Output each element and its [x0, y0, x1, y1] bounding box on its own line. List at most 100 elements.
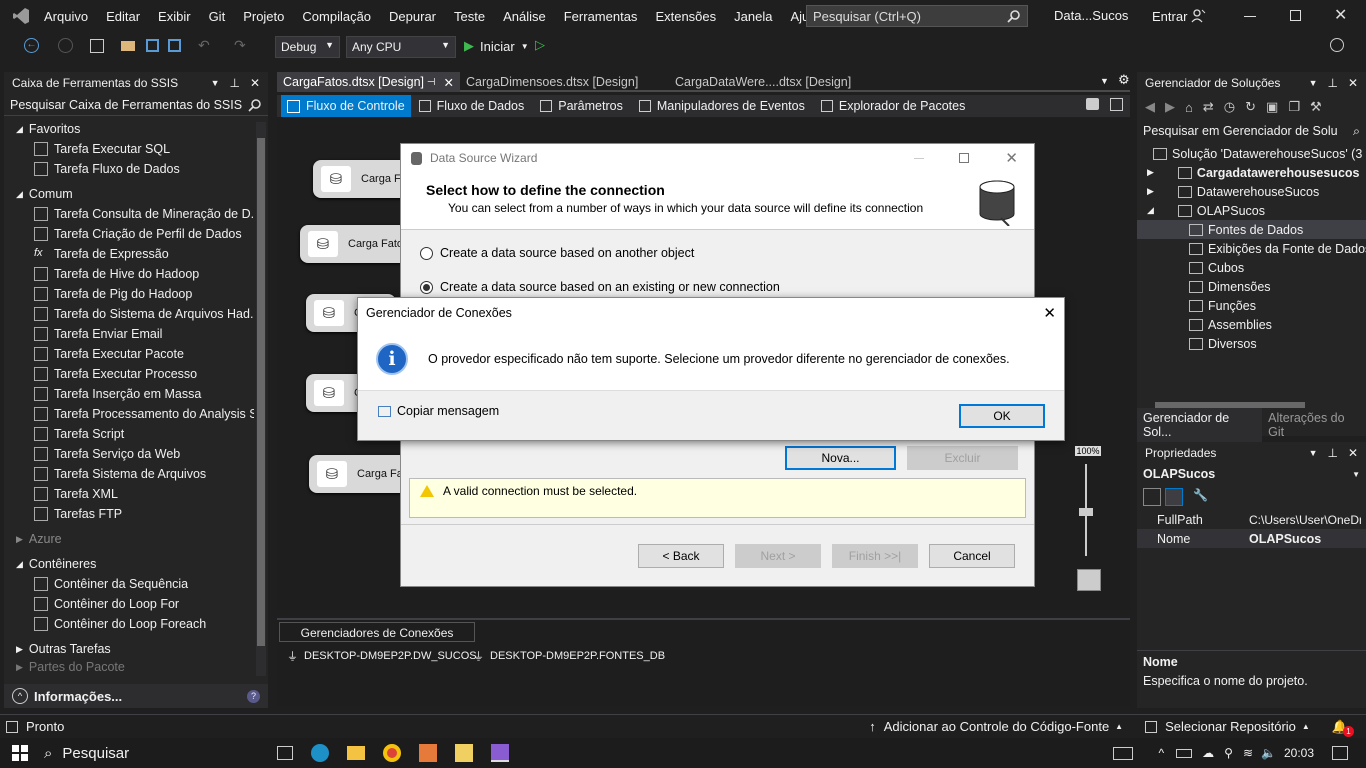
option-existing-connection[interactable]: Create a data source based on an existin… — [420, 280, 780, 294]
forward-nav-icon[interactable] — [58, 38, 73, 53]
connection-item-fontes[interactable]: ⏚ DESKTOP-DM9EP2P.FONTES_DB — [473, 648, 665, 664]
pin-icon[interactable]: ⊥ — [1327, 446, 1337, 460]
tab-explorador[interactable]: Explorador de Pacotes — [813, 99, 973, 113]
edge-icon[interactable] — [311, 744, 330, 762]
next-button[interactable]: Next > — [735, 544, 821, 568]
properties-object-select[interactable]: OLAPSucos ▼ — [1137, 464, 1366, 484]
scrollbar-thumb[interactable] — [257, 138, 265, 646]
chevron-down-icon[interactable]: ▼ — [1309, 448, 1318, 458]
minimize-icon[interactable] — [1244, 16, 1256, 17]
group-conteineres[interactable]: ◢ Contêineres — [4, 554, 254, 574]
radio-unchecked[interactable] — [420, 246, 433, 260]
account-icon[interactable] — [1190, 8, 1206, 24]
menu-git[interactable]: Git — [209, 9, 226, 24]
tree-project-carga[interactable]: ▶ Cargadatawerehousesucos — [1137, 163, 1366, 182]
visual-studio-icon[interactable] — [491, 744, 510, 762]
tab-parametros[interactable]: Parâmetros — [532, 99, 631, 113]
ok-button[interactable]: OK — [959, 404, 1045, 428]
pin-icon[interactable]: ⊥ — [1327, 76, 1337, 90]
menu-extensoes[interactable]: Extensões — [655, 9, 716, 24]
solution-search[interactable]: Pesquisar em Gerenciador de Solu ⌕ — [1137, 120, 1366, 142]
task-view-icon[interactable] — [277, 746, 294, 760]
menu-depurar[interactable]: Depurar — [389, 9, 436, 24]
conn-tab[interactable]: Gerenciadores de Conexões — [279, 622, 475, 642]
group-comum[interactable]: ◢ Comum — [4, 184, 254, 204]
tab-manipuladores[interactable]: Manipuladores de Eventos — [631, 99, 813, 113]
toolbox-item[interactable]: Contêiner do Loop Foreach — [4, 614, 254, 634]
menu-arquivo[interactable]: Arquivo — [44, 9, 88, 24]
pin-icon[interactable]: ⊣ — [427, 77, 436, 88]
restore-icon[interactable] — [1290, 10, 1301, 21]
group-outras[interactable]: ▶ Outras Tarefas — [4, 639, 254, 659]
property-pages-icon[interactable]: 🔧 — [1193, 488, 1211, 506]
radio-checked[interactable] — [420, 280, 433, 294]
close-icon[interactable]: ✕ — [250, 76, 260, 90]
tree-folder-cubos[interactable]: Cubos — [1137, 258, 1366, 277]
tab-solution-explorer[interactable]: Gerenciador de Sol... — [1137, 408, 1263, 442]
show-hidden-icons[interactable]: ^ — [1159, 746, 1165, 760]
gear-icon[interactable]: ⚙ — [1118, 72, 1130, 88]
group-azure[interactable]: ▶ Azure — [4, 529, 254, 549]
menu-teste[interactable]: Teste — [454, 9, 485, 24]
toolbox-item[interactable]: Tarefa XML — [4, 484, 254, 504]
wrench-icon[interactable]: ⚒ — [1310, 99, 1322, 115]
toolbox-toggle-icon[interactable] — [1110, 98, 1123, 111]
home-icon[interactable]: ⌂ — [1185, 100, 1193, 115]
feedback-icon[interactable] — [1330, 38, 1344, 52]
property-row[interactable]: Nome OLAPSucos — [1137, 529, 1366, 548]
toolbox-item[interactable]: Tarefa de Pig do Hadoop — [4, 284, 254, 304]
tree-project-olap[interactable]: ◢ OLAPSucos — [1137, 201, 1366, 220]
menu-janela[interactable]: Janela — [734, 9, 772, 24]
zoom-thumb[interactable] — [1079, 508, 1093, 516]
group-partes[interactable]: ▶ Partes do Pacote — [4, 660, 254, 674]
show-all-files-icon[interactable]: ❐ — [1288, 99, 1300, 115]
menu-exibir[interactable]: Exibir — [158, 9, 191, 24]
task-carga-5[interactable]: ⛁ Carga Fat — [309, 455, 409, 493]
chrome-icon[interactable] — [383, 744, 402, 762]
close-icon[interactable]: ✕ — [1043, 304, 1056, 322]
tab-cargadatawere[interactable]: CargaDataWere....dtsx [Design] — [669, 72, 857, 92]
minimize-icon[interactable] — [914, 157, 925, 159]
help-icon[interactable]: ? — [247, 689, 260, 703]
tree-folder-diversos[interactable]: Diversos — [1137, 334, 1366, 353]
toolbox-search[interactable]: Pesquisar Caixa de Ferramentas do SSIS — [4, 94, 268, 116]
menu-ferramentas[interactable]: Ferramentas — [564, 9, 638, 24]
delete-connection-button[interactable]: Excluir — [907, 446, 1018, 470]
zoom-control[interactable]: 100% — [1075, 446, 1101, 566]
signin-link[interactable]: Entrar — [1152, 9, 1187, 24]
tree-folder-exibicoes[interactable]: Exibições da Fonte de Dados — [1137, 239, 1366, 258]
toolbox-item[interactable]: Tarefa Executar SQL — [4, 139, 254, 159]
undo-icon[interactable]: ↶ — [198, 37, 210, 54]
platform-select[interactable]: Any CPU ▼ — [346, 36, 456, 58]
redo-icon[interactable]: ↷ — [234, 37, 246, 54]
new-connection-button[interactable]: Nova... — [785, 446, 896, 470]
new-project-icon[interactable] — [90, 39, 104, 53]
taskbar-search[interactable]: Pesquisar — [62, 745, 227, 762]
toolbox-item[interactable]: Tarefa Executar Pacote — [4, 344, 254, 364]
toolbox-item[interactable]: Tarefas FTP — [4, 504, 254, 524]
tree-folder-dimensoes[interactable]: Dimensões — [1137, 277, 1366, 296]
start-button[interactable]: ▶ Iniciar ▼ — [464, 38, 529, 54]
chevron-down-icon[interactable]: ▼ — [1309, 78, 1318, 88]
toolbox-item[interactable]: Tarefa do Sistema de Arquivos Had... — [4, 304, 254, 324]
history-icon[interactable]: ◷ — [1224, 99, 1235, 115]
tab-cargadimensoes[interactable]: CargaDimensoes.dtsx [Design] — [460, 72, 644, 92]
tab-cargafatos[interactable]: CargaFatos.dtsx [Design] ⊣ ✕ — [277, 72, 460, 92]
toolbox-item[interactable]: Tarefa Criação de Perfil de Dados — [4, 224, 254, 244]
zoom-fit-icon[interactable] — [1077, 569, 1101, 591]
menu-compilacao[interactable]: Compilação — [302, 9, 371, 24]
toolbox-item[interactable]: Tarefa Serviço da Web — [4, 444, 254, 464]
toolbox-item[interactable]: Tarefa Enviar Email — [4, 324, 254, 344]
close-icon[interactable]: ✕ — [444, 75, 454, 90]
open-folder-icon[interactable] — [121, 41, 135, 51]
tree-solution-root[interactable]: Solução 'DatawerehouseSucos' (3 d — [1137, 144, 1366, 163]
connection-item-dw[interactable]: ⏚ DESKTOP-DM9EP2P.DW_SUCOS — [287, 648, 477, 664]
back-icon[interactable]: ◀ — [1145, 99, 1155, 115]
tab-fluxo-dados[interactable]: Fluxo de Dados — [411, 99, 533, 113]
start-without-debug-icon[interactable]: ▷ — [535, 37, 545, 53]
info-bar[interactable]: ^ Informações... ? — [4, 684, 268, 708]
notification-center-icon[interactable] — [1332, 746, 1348, 760]
add-to-source-control[interactable]: Adicionar ao Controle do Código-Fonte — [884, 719, 1109, 734]
chevron-down-icon[interactable]: ▼ — [211, 78, 220, 88]
finish-button[interactable]: Finish >>| — [832, 544, 918, 568]
